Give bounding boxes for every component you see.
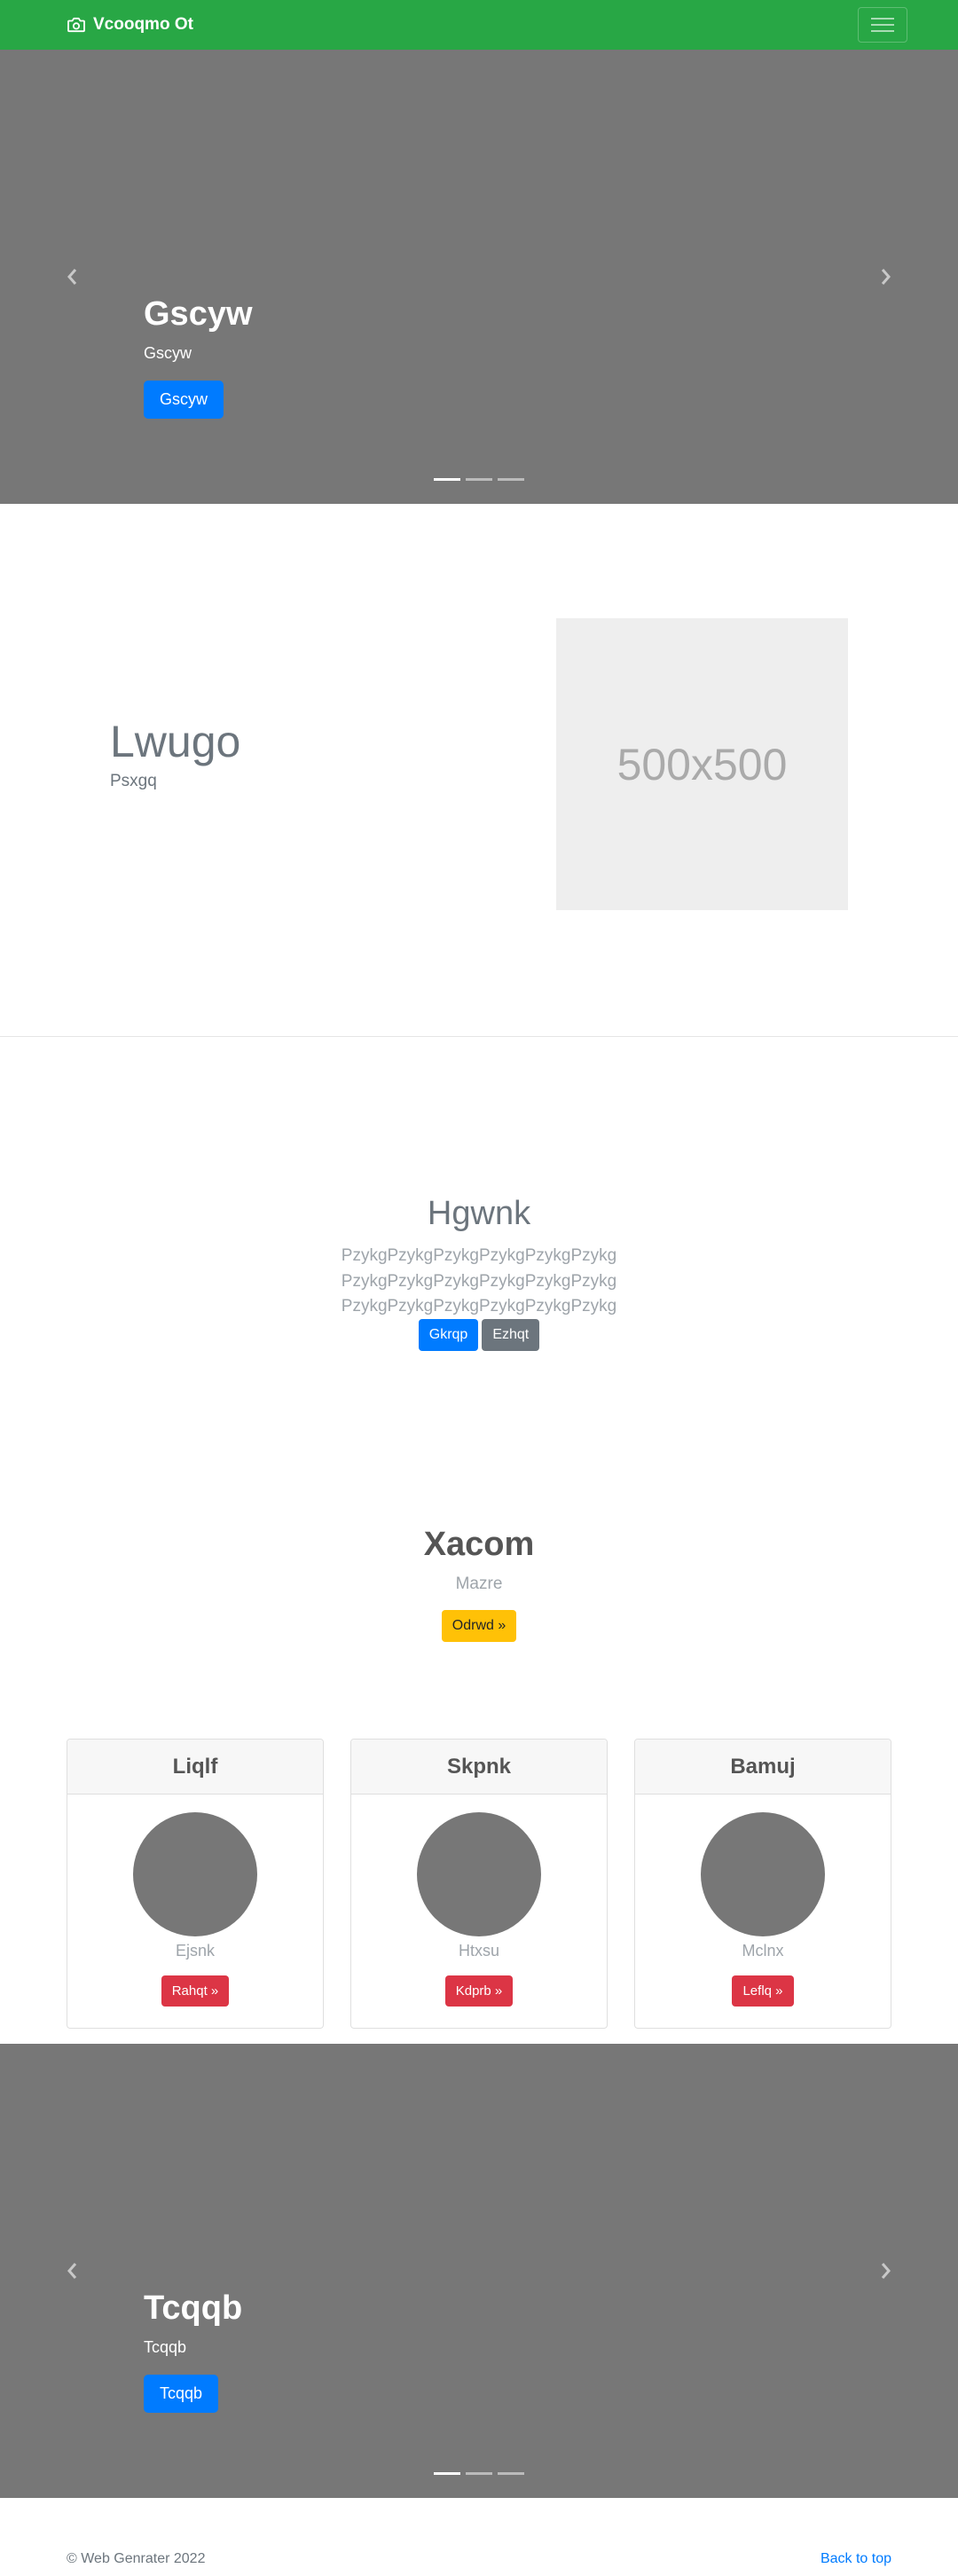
jumbotron: Hgwnk PzykgPzykgPzykgPzykgPzykgPzykg Pzy… [0,1037,958,1436]
chevron-left-icon [67,2263,77,2279]
carousel-indicator-3[interactable] [498,478,524,481]
carousel-indicator-2[interactable] [466,2472,492,2475]
carousel-caption: Tcqqb Tcqqb Tcqqb [144,2289,242,2413]
featurette-text: Psxgq [110,772,157,790]
card-button[interactable]: Leflq » [732,1975,794,2007]
carousel-indicators [0,2472,958,2475]
featurette-image-placeholder: 500x500 [556,618,848,910]
carousel-title: Tcqqb [144,2289,243,2327]
card-name: Ejsnk [175,1942,215,1959]
chevron-right-icon [881,2263,891,2279]
section-button[interactable]: Odrwd » [441,1610,517,1642]
back-to-top-link[interactable]: Back to top [821,2551,891,2567]
carousel-subtitle: Gscyw [144,343,192,362]
card-header: Bamuj [635,1740,891,1795]
avatar [133,1812,257,1936]
chevron-right-icon [881,269,891,285]
jumbotron-heading: Hgwnk [427,1195,531,1232]
section-heading: Xacom [423,1526,535,1563]
bottom-carousel: Tcqqb Tcqqb Tcqqb [0,2044,958,2498]
carousel-subtitle: Tcqqb [144,2337,187,2356]
carousel-caption: Gscyw Gscyw Gscyw [144,295,253,419]
card: Bamuj Mclnx Leflq » [634,1739,891,2029]
card-button[interactable]: Rahqt » [161,1975,230,2007]
card-header: Skpnk [351,1740,607,1795]
card: Skpnk Htxsu Kdprb » [350,1739,608,2029]
footer-copyright: © Web Genrater 2022 [67,2551,206,2566]
camera-icon [67,17,85,33]
footer: © Web Genrater 2022 Back to top [0,2551,958,2572]
section-text: Mazre [455,1575,503,1593]
avatar [701,1812,825,1936]
avatar [417,1812,541,1936]
carousel-indicator-3[interactable] [498,2472,524,2475]
jumbotron-secondary-button[interactable]: Ezhqt [482,1319,540,1351]
navbar-toggler-button[interactable] [858,7,907,43]
brand-text: Vcooqmo Ot [93,15,193,34]
carousel-next-button[interactable] [868,259,904,295]
card-button[interactable]: Kdprb » [444,1975,514,2007]
jumbotron-buttons: Gkrqp Ezhqt [0,1319,958,1351]
placeholder-label: 500x500 [616,739,788,789]
carousel-indicator-1[interactable] [434,478,460,481]
carousel-indicator-1[interactable] [434,2472,460,2475]
card: Liqlf Ejsnk Rahqt » [67,1739,324,2029]
carousel-next-button[interactable] [868,2253,904,2289]
jumbotron-primary-button[interactable]: Gkrqp [418,1319,479,1351]
carousel-cta-button[interactable]: Gscyw [144,380,224,419]
card-name: Htxsu [458,1942,499,1959]
carousel-prev-button[interactable] [54,259,90,295]
featurette-heading: Lwugo [110,717,241,766]
card-name: Mclnx [742,1942,784,1959]
carousel-title: Gscyw [144,295,253,333]
carousel-indicator-2[interactable] [466,478,492,481]
navbar-brand[interactable]: Vcooqmo Ot [67,13,193,36]
chevron-left-icon [67,269,77,285]
hero-carousel: Gscyw Gscyw Gscyw [0,50,958,504]
jumbotron-text: PzykgPzykgPzykgPzykgPzykgPzykg PzykgPzyk… [341,1246,617,1315]
carousel-indicators [0,478,958,481]
page: Vcooqmo Ot Gscyw Gscyw Gscyw Lwugo Psxgq… [0,0,958,2576]
carousel-cta-button[interactable]: Tcqqb [144,2374,219,2413]
hamburger-icon [871,18,894,32]
info-section: Xacom Mazre Odrwd » [0,1526,958,1642]
card-header: Liqlf [67,1740,323,1795]
carousel-prev-button[interactable] [54,2253,90,2289]
featurette: Lwugo Psxgq 500x500 [0,504,958,1037]
navbar: Vcooqmo Ot [0,0,958,50]
